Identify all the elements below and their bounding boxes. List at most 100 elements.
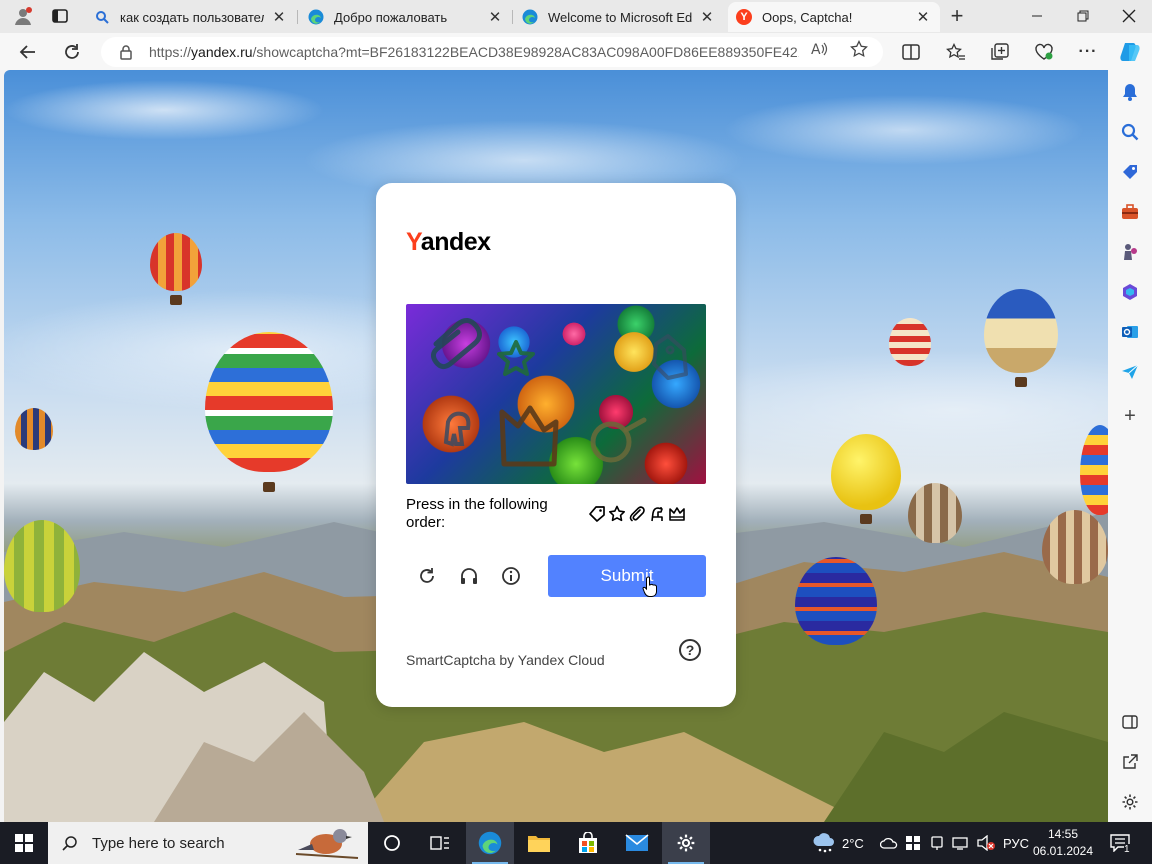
bell-icon[interactable] [1120,82,1140,102]
weather-widget[interactable]: 2°C [812,822,864,864]
mail-icon[interactable] [613,822,661,864]
url-scheme: https:// [149,44,192,60]
notification-center-icon[interactable]: 1 [1110,822,1130,864]
back-arrow-icon[interactable] [13,37,43,67]
tab-welcome-edge[interactable]: Welcome to Microsoft Edge ✕ [514,2,724,32]
add-icon[interactable]: + [1120,405,1140,427]
search-icon[interactable] [1120,122,1140,142]
start-button[interactable] [0,822,48,864]
tab-label: Welcome to Microsoft Edge [548,9,692,25]
network-icon[interactable] [952,822,970,864]
weather-temp: 2°C [842,835,864,851]
tab-oops-captcha[interactable]: Y Oops, Captcha! ✕ [728,2,940,32]
headphones-audio-icon[interactable] [456,563,482,589]
settings-gear-icon[interactable] [1120,792,1140,812]
hot-air-balloon [908,483,962,543]
edge-sidebar: + [1108,70,1152,822]
hot-air-balloon [1042,510,1108,584]
captcha-page: Yandex Press in the following order: Sub… [4,70,1108,822]
toy-horse-icon [647,504,666,524]
refresh-captcha-icon[interactable] [414,563,440,589]
submit-button[interactable]: Submit [548,555,706,597]
hot-air-balloon [4,520,80,612]
copilot-icon[interactable] [1115,37,1145,67]
more-options-icon[interactable]: ··· [1073,37,1103,67]
tag-icon [587,504,606,524]
microsoft-365-icon[interactable] [1120,282,1140,302]
outlook-icon[interactable] [1120,322,1140,342]
tab-bar: как создать пользователей ✕ Добро пожало… [0,0,1152,33]
lock-icon[interactable] [119,44,135,60]
input-language[interactable]: РУС [1003,822,1029,864]
send-drop-icon[interactable] [1120,362,1140,382]
captcha-image[interactable] [406,304,706,484]
toy-horse-shape [443,411,471,447]
taskbar-search-box[interactable]: Type here to search [48,822,368,864]
favorite-star-icon[interactable] [850,40,868,58]
settings-gear-icon[interactable] [662,822,710,864]
info-icon[interactable] [498,563,524,589]
read-aloud-icon[interactable]: A [810,40,828,58]
hot-air-balloon [150,233,202,305]
tab-close-button[interactable]: ✕ [698,8,716,26]
tab-divider [297,10,298,24]
tab-actions-icon[interactable] [45,4,75,28]
browser-toolbar: https://yandex.ru/showcaptcha?mt=BF26183… [0,33,1152,70]
games-chess-icon[interactable] [1120,242,1140,262]
tab-label: Добро пожаловать [334,9,448,25]
svg-text:A: A [811,42,821,58]
device-icon[interactable] [930,822,944,864]
microsoft-store-icon[interactable] [564,822,612,864]
hide-sidebar-icon[interactable] [1120,712,1140,732]
minimize-icon[interactable] [1014,0,1060,32]
captcha-shapes [430,318,688,467]
profile-avatar-icon[interactable] [8,4,38,28]
taskbar-edge-icon[interactable] [466,822,514,864]
tab-welcome-ru[interactable]: Добро пожаловать ✕ [300,2,512,32]
hot-air-balloon [795,557,877,645]
refresh-icon[interactable] [57,37,87,67]
collections-icon[interactable] [985,37,1015,67]
browser-essentials-icon[interactable] [1029,37,1059,67]
edge-logo-icon [308,9,324,25]
windows-taskbar: Type here to search 2°C РУС 14:55 06.01.… [0,822,1152,864]
hot-air-balloon [889,318,931,366]
open-external-icon[interactable] [1120,752,1140,772]
address-bar[interactable]: https://yandex.ru/showcaptcha?mt=BF26183… [101,37,883,67]
captcha-card: Yandex Press in the following order: Sub… [376,183,736,707]
tab-close-button[interactable]: ✕ [486,8,504,26]
hot-air-balloon [831,434,901,524]
help-button[interactable]: ? [679,639,701,661]
url-host: yandex.ru [191,44,253,60]
onedrive-icon[interactable] [880,822,898,864]
restore-icon[interactable] [1060,0,1106,32]
paperclip-shape [430,318,482,370]
yandex-favicon-icon: Y [736,9,752,25]
shopping-tag-icon[interactable] [1120,162,1140,182]
tab-label: как создать пользователей [120,9,264,25]
tab-search-users[interactable]: как создать пользователей ✕ [86,2,296,32]
favorites-icon[interactable] [941,37,971,67]
url-path: /showcaptcha?mt=BF26183122BEACD38E98928A… [252,44,799,60]
new-tab-button[interactable]: + [942,3,972,28]
tab-divider [512,10,513,24]
search-icon [62,835,78,851]
windows-security-icon[interactable] [906,822,920,864]
close-window-icon[interactable] [1106,0,1152,32]
system-clock[interactable]: 14:55 06.01.2024 [1030,826,1096,860]
tools-briefcase-icon[interactable] [1120,202,1140,222]
clock-date: 06.01.2024 [1032,844,1094,858]
tab-close-button[interactable]: ✕ [914,8,932,26]
volume-muted-icon[interactable] [976,822,996,864]
star-shape [497,340,535,376]
crown-icon [667,504,686,524]
file-explorer-icon[interactable] [515,822,563,864]
hot-air-balloon [984,289,1058,387]
widgets-icon[interactable] [416,822,464,864]
tab-close-button[interactable]: ✕ [270,8,288,26]
task-view-icon[interactable] [368,822,416,864]
url-text[interactable]: https://yandex.ru/showcaptcha?mt=BF26183… [149,44,799,60]
notification-count: 1 [1124,844,1130,855]
clock-time: 14:55 [1047,827,1079,841]
split-screen-icon[interactable] [896,37,926,67]
